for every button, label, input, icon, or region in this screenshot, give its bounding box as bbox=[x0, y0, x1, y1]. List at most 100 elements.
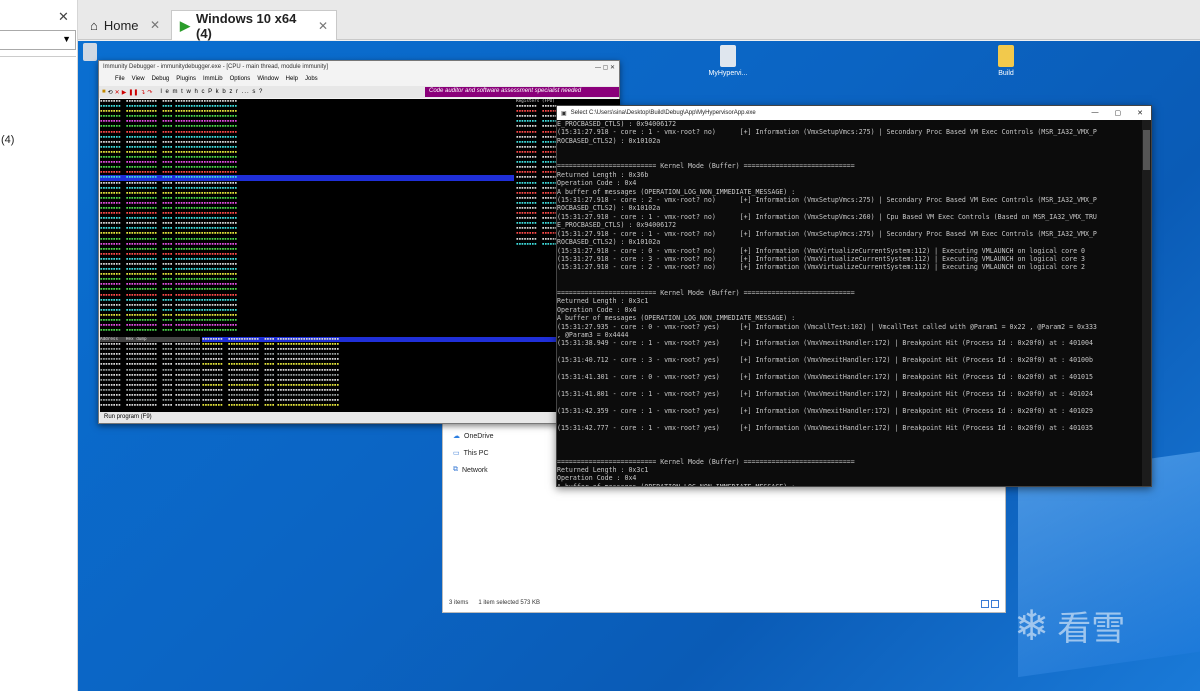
console-icon: ▣ bbox=[561, 110, 567, 117]
menu-options[interactable]: Options bbox=[230, 76, 251, 85]
explorer-nav-pane: ☁ OneDrive ▭ This PC ⧉ Network bbox=[453, 432, 494, 483]
close-icon[interactable]: ✕ bbox=[318, 19, 328, 33]
console-line: Returned Length : 0x3c1 bbox=[557, 297, 649, 306]
window-title: Immunity Debugger - immunitydebugger.exe… bbox=[103, 64, 329, 70]
restart-icon[interactable]: ⟲ bbox=[108, 89, 113, 96]
menu-plugins[interactable]: Plugins bbox=[176, 76, 196, 85]
divider bbox=[0, 56, 76, 57]
debugger-panes: ▪▪▪▪▪▪▪▪ ▪▪▪▪▪▪▪▪▪▪▪▪ ▪▪▪▪ ▪▪▪▪▪▪▪▪▪▪▪▪▪… bbox=[100, 99, 620, 413]
menu-debug[interactable]: Debug bbox=[152, 76, 170, 85]
disassembly-pane[interactable]: ▪▪▪▪▪▪▪▪ ▪▪▪▪▪▪▪▪▪▪▪▪ ▪▪▪▪ ▪▪▪▪▪▪▪▪▪▪▪▪▪… bbox=[100, 99, 514, 335]
menu-jobs[interactable]: Jobs bbox=[305, 76, 318, 85]
scroll-thumb[interactable] bbox=[1143, 130, 1150, 170]
console-line: (15:31:41.801 - core : 1 - vmx-root? yes… bbox=[557, 390, 1093, 398]
window-shortcut-letters[interactable]: l e m t w h c P k b z r ... s ? bbox=[160, 89, 263, 95]
library-search-combo[interactable]: ▼ bbox=[0, 30, 76, 50]
pane-row: ▪▪▪▪▪▪▪▪ ▪▪▪▪▪▪▪▪▪▪▪▪ ▪▪▪▪ ▪▪▪▪▪▪▪▪▪▪▪▪▪… bbox=[100, 362, 200, 368]
nav-item-network[interactable]: ⧉ Network bbox=[453, 466, 494, 474]
console-line: (15:31:41.301 - core : 0 - vmx-root? yes… bbox=[557, 373, 1093, 382]
console-line: A buffer of messages (OPERATION_LOG_NON_… bbox=[557, 483, 1143, 486]
step-into-icon[interactable]: ↴ bbox=[140, 89, 145, 96]
immunity-debugger-window: Immunity Debugger - immunitydebugger.exe… bbox=[98, 60, 620, 424]
console-line: (15:31:27.918 - core : 1 - vmx-root? no)… bbox=[557, 212, 1097, 221]
console-line: ========================= Kernel Mode (B… bbox=[557, 457, 855, 466]
chevron-down-icon[interactable]: ▼ bbox=[62, 34, 71, 44]
home-icon: ⌂ bbox=[90, 17, 98, 33]
close-icon[interactable]: ✕ bbox=[150, 18, 160, 32]
status-text: Run program (F9) bbox=[104, 414, 152, 420]
console-line: ROCBASED_CTLS2) : 0x10102a bbox=[557, 136, 661, 145]
menu-file[interactable]: File bbox=[115, 76, 125, 85]
console-line: Operation Code : 0x4 bbox=[557, 474, 637, 483]
debugger-status-bar: Run program (F9) bbox=[100, 412, 620, 423]
tiles-view-icon[interactable] bbox=[991, 600, 999, 608]
vm-icon: ▶ bbox=[180, 17, 190, 33]
pane-row: ▪▪▪▪▪▪▪▪ ▪▪▪▪▪▪▪▪▪▪▪▪ ▪▪▪▪ ▪▪▪▪▪▪▪▪▪▪▪▪▪… bbox=[100, 403, 200, 409]
console-line: Operation Code : 0x4 bbox=[557, 179, 637, 188]
step-over-icon[interactable]: ↷ bbox=[147, 89, 152, 96]
vm-count-label: (4) bbox=[1, 134, 15, 146]
window-titlebar: ▣ Select C:\Users\sina\Desktop\Build\Deb… bbox=[557, 106, 1151, 120]
cloud-icon: ☁ bbox=[453, 433, 460, 440]
window-controls[interactable]: — ▢ ✕ bbox=[1092, 109, 1152, 117]
item-count: 3 items bbox=[449, 600, 469, 606]
minimize-icon[interactable]: — bbox=[1092, 109, 1099, 117]
watermark: ❄ 看雪 bbox=[1014, 601, 1125, 650]
explorer-status-bar: 3 items 1 item selected 573 KB bbox=[449, 600, 540, 606]
console-line: (15:31:27.935 - core : 0 - vmx-root? yes… bbox=[557, 322, 1097, 331]
console-line: Returned Length : 0x3c1 bbox=[557, 465, 649, 474]
close-icon[interactable]: ✕ bbox=[58, 9, 69, 25]
menu-help[interactable]: Help bbox=[286, 76, 298, 85]
desktop-icon-label: Build bbox=[998, 70, 1014, 77]
console-line: , @Param3 = 0x4444 bbox=[557, 330, 629, 339]
computer-icon: ▭ bbox=[453, 450, 460, 457]
window-controls[interactable]: — ▢ ✕ bbox=[595, 64, 615, 72]
menu-window[interactable]: Window bbox=[257, 76, 278, 85]
console-scrollbar[interactable] bbox=[1142, 120, 1151, 486]
desktop-icon-build[interactable]: Build bbox=[976, 45, 1036, 77]
tab-vm[interactable]: ▶ Windows 10 x64 (4) ✕ bbox=[171, 10, 337, 41]
ad-banner: Code auditor and software assessment spe… bbox=[425, 87, 619, 97]
snowflake-icon: ❄ bbox=[1014, 602, 1050, 649]
menu-view[interactable]: View bbox=[132, 76, 145, 85]
nav-item-this-pc[interactable]: ▭ This PC bbox=[453, 449, 494, 458]
close-icon[interactable]: ✕ bbox=[115, 89, 120, 96]
maximize-icon[interactable]: ▢ bbox=[1115, 109, 1122, 117]
tab-label: Home bbox=[103, 17, 139, 33]
console-line: (15:31:42.359 - core : 1 - vmx-root? yes… bbox=[557, 406, 1093, 415]
console-line: A buffer of messages (OPERATION_LOG_NON_… bbox=[557, 187, 796, 196]
selection-info: 1 item selected 573 KB bbox=[478, 600, 541, 606]
view-buttons bbox=[981, 600, 999, 608]
console-line: ========================= Kernel Mode (B… bbox=[557, 162, 855, 171]
nav-item-onedrive[interactable]: ☁ OneDrive bbox=[453, 432, 494, 441]
run-icon[interactable]: ▶ bbox=[122, 89, 127, 96]
console-line: ========================= Kernel Mode (B… bbox=[557, 288, 855, 297]
menu-bar: File View Debug Plugins ImmLib Options W… bbox=[99, 75, 619, 86]
open-icon[interactable]: ■ bbox=[102, 89, 106, 95]
pause-icon[interactable]: ❚❚ bbox=[128, 89, 138, 96]
pane-row: ▪▪▪▪▪▪▪▪ ▪▪▪▪▪▪▪▪▪▪▪▪ ▪▪▪▪ ▪▪▪▪▪▪▪▪▪▪▪▪▪… bbox=[100, 372, 200, 378]
pane-row: ▪▪▪▪▪▪▪▪ ▪▪▪▪▪▪▪▪▪▪▪▪ ▪▪▪▪ ▪▪▪▪▪▪▪▪▪▪▪▪▪… bbox=[100, 367, 200, 373]
close-icon[interactable]: ✕ bbox=[1137, 109, 1143, 117]
bin-graphic bbox=[83, 43, 97, 61]
menu-immlib[interactable]: ImmLib bbox=[203, 76, 223, 85]
nav-label: OneDrive bbox=[464, 432, 494, 440]
console-line: (15:31:40.712 - core : 3 - vmx-root? yes… bbox=[557, 356, 1093, 365]
nav-label: Network bbox=[462, 466, 488, 474]
window-titlebar: Immunity Debugger - immunitydebugger.exe… bbox=[99, 61, 619, 75]
tab-home[interactable]: ⌂ Home ✕ bbox=[82, 10, 168, 40]
console-line: Returned Length : 0x36b bbox=[557, 170, 649, 179]
details-view-icon[interactable] bbox=[981, 600, 989, 608]
console-output[interactable]: E_PROCBASED_CTLS) : 0x94006172 (15:31:27.… bbox=[557, 120, 1143, 486]
hex-dump-pane[interactable]: Address Hex dump ▪▪▪▪▪▪▪▪ ▪▪▪▪▪▪▪▪▪▪▪▪ ▪… bbox=[100, 337, 200, 413]
desktop-icon-myhypervisor[interactable]: MyHypervi... bbox=[698, 45, 758, 77]
pane-row: ▪▪▪▪▪▪▪▪ ▪▪▪▪▪▪▪▪▪▪▪▪ ▪▪▪▪ ▪▪▪▪▪▪▪▪▪▪▪▪▪… bbox=[100, 328, 238, 334]
folder-icon bbox=[998, 45, 1014, 67]
console-line: ROCBASED_CTLS2) : 0x10102a bbox=[557, 238, 661, 247]
